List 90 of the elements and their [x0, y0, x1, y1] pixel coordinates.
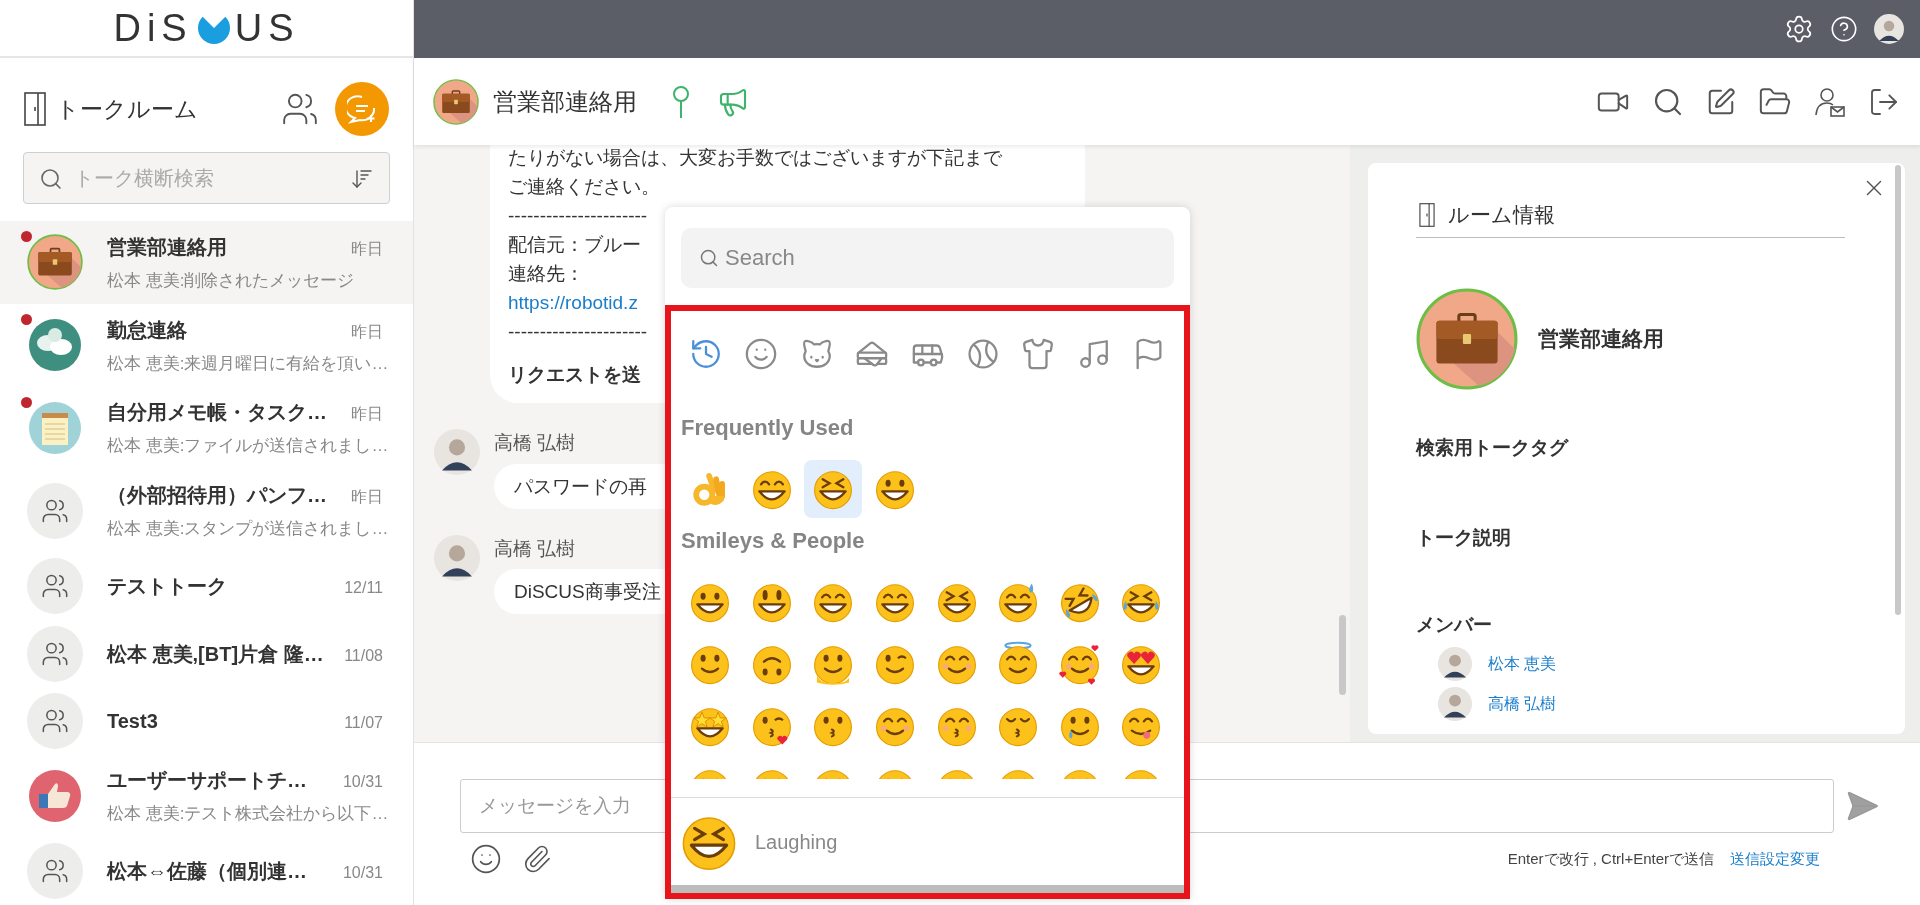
person-avatar	[434, 534, 480, 581]
room-name: ユーザーサポートチ…	[107, 768, 307, 794]
user-mail-icon	[1814, 85, 1846, 118]
room-preview: 松本 恵美:削除されたメッセージ	[107, 269, 356, 292]
help-icon	[1830, 15, 1858, 43]
message-text: DiSCUS商事受注	[514, 580, 661, 604]
room-time: 昨日	[351, 321, 383, 342]
chat-bubbles-avatar	[27, 317, 83, 374]
room-time: 11/07	[344, 713, 383, 733]
room-time: 昨日	[351, 487, 383, 508]
door-icon	[24, 92, 46, 126]
account-button[interactable]	[1874, 14, 1904, 44]
settings-icon	[1784, 14, 1814, 44]
section-title: Smileys & People	[681, 527, 866, 555]
emoji-button[interactable]	[470, 843, 502, 875]
sort-icon	[350, 167, 374, 191]
logo-text: DiS	[113, 9, 193, 47]
search-icon	[39, 167, 63, 191]
member-link[interactable]: 松本 恵美	[1488, 652, 1557, 676]
room-time: 10/31	[342, 772, 383, 793]
panel-title: ルーム情報	[1448, 202, 1555, 228]
room-name: （外部招待用）パンフ…	[107, 483, 327, 509]
search-field[interactable]: Search	[681, 228, 1174, 288]
category-tab[interactable]	[689, 337, 723, 371]
room-name: 松本 恵美,[BT]片倉 隆…	[107, 641, 324, 667]
category-tab[interactable]	[744, 337, 779, 371]
sidebar-title: トークルーム	[56, 94, 198, 124]
message-text: リクエストを送	[508, 363, 641, 387]
member-link[interactable]: 高橋 弘樹	[1488, 692, 1557, 716]
attach-button[interactable]	[522, 844, 552, 874]
room-title: 営業部連絡用	[493, 86, 637, 117]
message-text: ご連絡ください。	[508, 175, 660, 199]
recent-clock-icon	[689, 337, 723, 371]
sender-name: 高橋 弘樹	[494, 536, 576, 561]
search-icon	[699, 248, 719, 268]
message-text: たりがない場合は、大変お手数ではございますが下記まで	[508, 146, 1002, 170]
person-avatar	[1874, 14, 1904, 44]
logo-text: US	[234, 9, 300, 47]
notepad-avatar	[27, 400, 83, 457]
category-tab[interactable]	[1021, 337, 1056, 371]
briefcase-avatar	[27, 234, 83, 291]
smiley-icon	[470, 843, 502, 875]
members-label: メンバー	[1416, 612, 1493, 637]
person-avatar	[1438, 687, 1472, 721]
message-text: パスワードの再	[514, 474, 647, 499]
room-time: 昨日	[351, 238, 383, 259]
emoji-button[interactable]	[804, 460, 863, 518]
new-chat-icon	[347, 94, 377, 124]
thumbs-up-avatar	[27, 768, 83, 825]
room-time: 昨日	[351, 404, 383, 425]
ball-icon	[965, 337, 1000, 371]
settings-button[interactable]	[1784, 14, 1814, 44]
paperclip-icon	[522, 844, 552, 874]
edit-icon	[1706, 86, 1736, 117]
briefcase-avatar	[433, 78, 479, 125]
section-title: Frequently Used	[681, 414, 855, 442]
room-name: 営業部連絡用	[107, 234, 227, 260]
room-name: 松本⇔佐藤（個別連…	[107, 859, 307, 885]
message-text: 連絡先：	[508, 262, 584, 286]
room-name: 自分用メモ帳・タスク…	[107, 400, 327, 426]
message-text: 配信元：ブルー	[508, 233, 641, 257]
message-rule-text: ----------------------	[508, 204, 648, 228]
edit-button[interactable]	[1706, 86, 1736, 117]
group-avatar	[27, 693, 83, 749]
help-button[interactable]	[1830, 15, 1858, 43]
message-link[interactable]: https://robotid.z	[508, 292, 638, 313]
member-mail-button[interactable]	[1814, 85, 1846, 118]
person-avatar	[434, 429, 480, 475]
field-label: トーク説明	[1416, 526, 1512, 550]
send-hint: Enterで改行 , Ctrl+Enterで送信	[1507, 848, 1714, 869]
room-name: テストトーク	[107, 574, 227, 600]
room-name: Test3	[107, 709, 158, 734]
room-name: 勤怠連絡	[107, 317, 187, 343]
message-rule-text: ----------------------	[508, 320, 648, 344]
sender-name: 高橋 弘樹	[494, 431, 576, 455]
field-label: 検索用トークタグ	[1416, 435, 1570, 460]
room-name: 営業部連絡用	[1538, 325, 1664, 352]
category-tab[interactable]	[965, 337, 1000, 371]
smiley-icon	[744, 337, 779, 371]
person-avatar	[1438, 647, 1472, 681]
room-time: 12/11	[344, 578, 383, 599]
room-item[interactable]: 営業部連絡用 昨日 松本 恵美:削除されたメッセージ	[0, 221, 413, 304]
room-time: 11/08	[344, 645, 383, 666]
search-field[interactable]: トーク横断検索	[23, 152, 390, 204]
room-time: 10/31	[342, 863, 383, 884]
shirt-icon	[1021, 337, 1056, 371]
pin-icon	[671, 84, 691, 119]
door-icon	[1416, 202, 1438, 227]
send-settings-link[interactable]: 送信設定変更	[1730, 847, 1820, 871]
pin-button[interactable]	[671, 84, 691, 119]
